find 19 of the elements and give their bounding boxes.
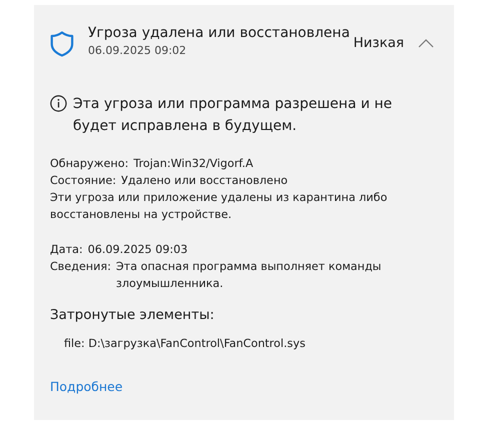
detail-label: Состояние:	[50, 173, 116, 189]
detail-label: Дата:	[50, 242, 83, 258]
chevron-icon[interactable]	[418, 39, 434, 48]
severity-label: Низкая	[353, 35, 404, 51]
detail-value: 06.09.2025 09:03	[88, 242, 189, 258]
shield-icon	[50, 31, 74, 57]
info-icon	[50, 95, 67, 112]
detail-value: Эта опасная программа выполняет команды злоумышленника.	[116, 259, 382, 292]
detail-value: Trojan:Win32/Vigorf.A	[134, 156, 254, 172]
threat-title: Угроза удалена или восстановлена	[88, 24, 351, 43]
threat-timestamp: 06.09.2025 09:02	[88, 43, 188, 59]
notice-text: Эта угроза или программа разрешена и не будет исправлена в будущем.	[73, 95, 394, 136]
more-link[interactable]: Подробнее	[50, 379, 123, 394]
detail-value: Удалено или восстановлено	[121, 173, 289, 189]
affected-item: file: D:\загрузка\FanControl\FanControl.sys	[64, 337, 306, 350]
detail-label: Сведения:	[50, 259, 111, 275]
detail-note: Эти угроза или приложение удалены из карантина либо восстановлены на устройстве.	[50, 190, 388, 223]
affected-heading: Затронутые элементы:	[50, 307, 216, 323]
detail-label: Обнаружено:	[50, 156, 128, 172]
